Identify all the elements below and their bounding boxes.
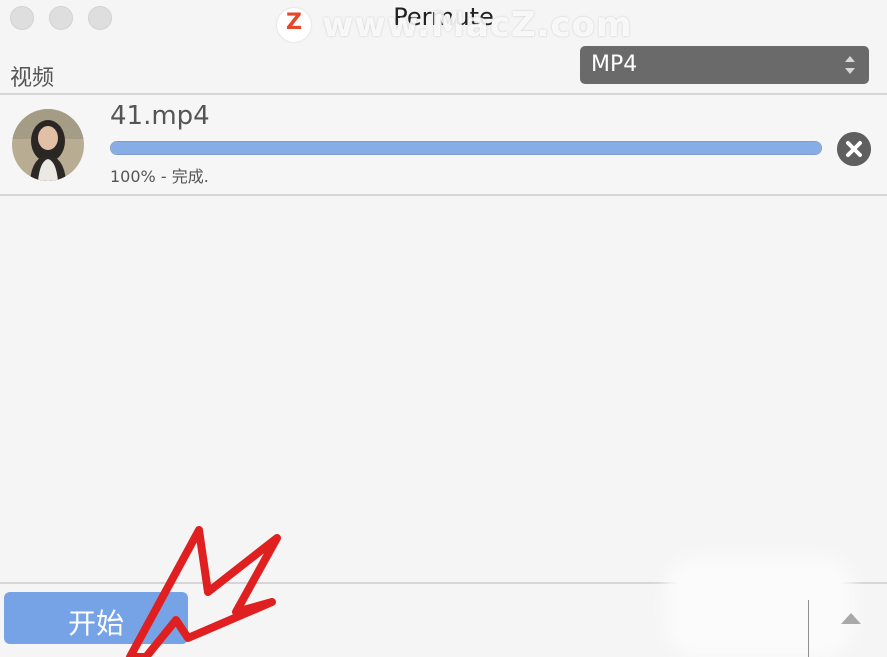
row-divider bbox=[0, 194, 887, 196]
start-button[interactable]: 开始 bbox=[4, 592, 188, 644]
file-row[interactable]: 41.mp4 100% - 完成. bbox=[0, 95, 887, 194]
status-text: 100% - 完成. bbox=[110, 167, 209, 186]
watermark-logo-letter: Z bbox=[286, 10, 302, 35]
video-thumbnail-image bbox=[12, 109, 84, 181]
start-button-label: 开始 bbox=[67, 607, 124, 640]
section-label: 视频 bbox=[10, 66, 55, 91]
watermark-logo-icon: Z bbox=[277, 8, 311, 42]
video-thumbnail bbox=[12, 109, 84, 181]
up-down-chevron-icon bbox=[845, 56, 855, 74]
remove-file-icon[interactable] bbox=[837, 132, 871, 166]
watermark-text: www.MacZ.com bbox=[322, 5, 633, 45]
file-name: 41.mp4 bbox=[110, 101, 210, 131]
blurred-area bbox=[677, 568, 842, 646]
toolbar-separator bbox=[808, 600, 809, 657]
format-select-value: MP4 bbox=[591, 52, 638, 77]
permute-window: Permute Z www.MacZ.com 视频 MP4 41.mp4 100… bbox=[0, 0, 887, 657]
format-select[interactable]: MP4 bbox=[580, 46, 869, 84]
progress-bar-fill bbox=[111, 142, 821, 154]
progress-bar bbox=[110, 141, 822, 155]
triangle-up-icon[interactable] bbox=[838, 610, 864, 626]
